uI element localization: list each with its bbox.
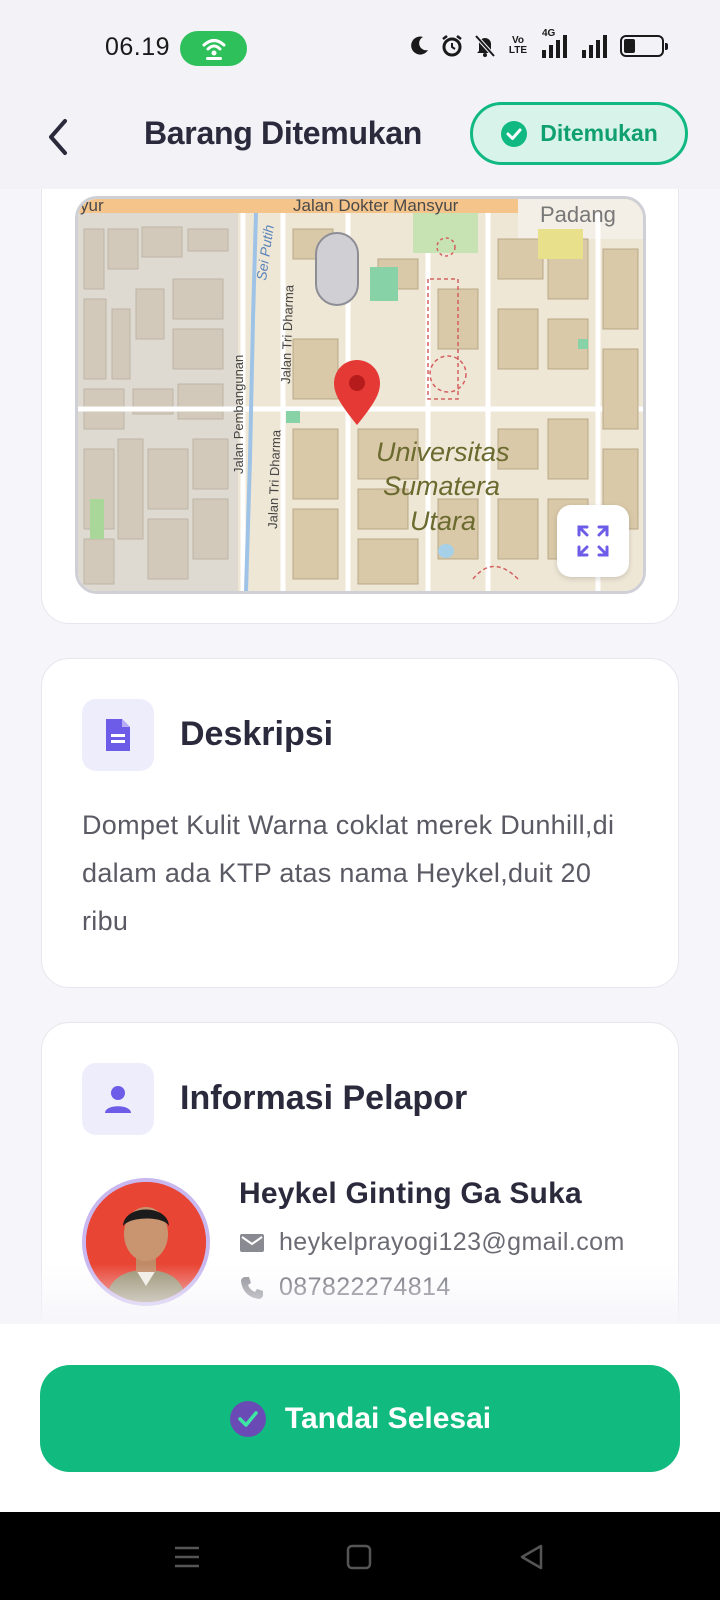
volte-icon: Vo LTE (506, 36, 530, 56)
map-label-campus-line2: Sumatera (383, 471, 500, 501)
mark-done-label: Tandai Selesai (284, 1401, 492, 1435)
reporter-title: Informasi Pelapor (180, 1079, 468, 1117)
bottom-action-bar: Tandai Selesai (0, 1324, 720, 1512)
map-label-street-top-left: yur (80, 199, 104, 215)
document-icon (82, 699, 154, 771)
expand-map-button[interactable] (557, 505, 629, 577)
reporter-card: Informasi Pelapor Heykel Ginting Ga Suka… (41, 1022, 679, 1324)
content-scroll[interactable]: Jalan Dokter Mansyur yur Padang Sei Puti… (0, 189, 720, 1324)
menu-icon (175, 1546, 199, 1568)
bell-off-icon (474, 34, 496, 58)
signal-icon (580, 34, 610, 58)
status-time: 06.19 (105, 33, 171, 61)
phone-icon (241, 1276, 263, 1299)
avatar (82, 1178, 210, 1306)
reporter-email-row[interactable]: heykelprayogi123@gmail.com (239, 1228, 625, 1257)
chevron-left-icon (49, 119, 67, 155)
map-label-area-top-right: Padang (540, 202, 616, 227)
nav-home-button[interactable] (336, 1534, 382, 1580)
status-chip-label: Ditemukan (540, 120, 658, 146)
map-label-street-top: Jalan Dokter Mansyur (293, 199, 459, 215)
nav-menu-button[interactable] (164, 1534, 210, 1580)
check-circle-icon (501, 120, 528, 147)
network-label: 4G (542, 28, 556, 39)
signal-4g-icon: 4G (540, 28, 570, 58)
map-label-campus-line1: Universitas (376, 437, 510, 467)
mark-done-button[interactable]: Tandai Selesai (40, 1365, 680, 1472)
mail-icon (240, 1233, 264, 1252)
reporter-name: Heykel Ginting Ga Suka (239, 1177, 582, 1210)
map-label-campus-line3: Utara (410, 506, 476, 536)
location-map[interactable]: Jalan Dokter Mansyur yur Padang Sei Puti… (75, 196, 646, 594)
check-circle-icon (229, 1400, 266, 1437)
app-header: Barang Ditemukan Ditemukan (0, 95, 720, 189)
hotspot-icon (180, 31, 247, 66)
description-text: Dompet Kulit Warna coklat merek Dunhill,… (82, 810, 615, 936)
expand-icon (577, 525, 609, 557)
battery-level (624, 39, 635, 53)
moon-icon (408, 35, 430, 57)
status-chip: Ditemukan (470, 102, 688, 165)
page-title: Barang Ditemukan (144, 115, 422, 151)
status-bar: 06.19 Vo LTE 4G (0, 0, 720, 95)
reporter-phone: 087822274814 (279, 1273, 451, 1301)
description-title: Deskripsi (180, 715, 334, 753)
system-nav-bar (0, 1512, 720, 1600)
triangle-back-icon (520, 1544, 543, 1570)
nav-back-button[interactable] (508, 1534, 554, 1580)
map-label-street-pembangunan: Jalan Pembangunan (231, 355, 246, 474)
description-card: Deskripsi Dompet Kulit Warna coklat mere… (41, 658, 679, 988)
alarm-icon (440, 34, 464, 58)
map-card: Jalan Dokter Mansyur yur Padang Sei Puti… (41, 189, 679, 624)
reporter-phone-row[interactable]: 087822274814 (239, 1273, 451, 1302)
battery-icon (620, 35, 668, 57)
status-icons: Vo LTE 4G (408, 28, 668, 58)
reporter-email: heykelprayogi123@gmail.com (279, 1228, 625, 1256)
volte-label: Vo LTE (508, 35, 528, 56)
back-button[interactable] (36, 115, 80, 159)
square-icon (346, 1544, 372, 1570)
person-icon (82, 1063, 154, 1135)
